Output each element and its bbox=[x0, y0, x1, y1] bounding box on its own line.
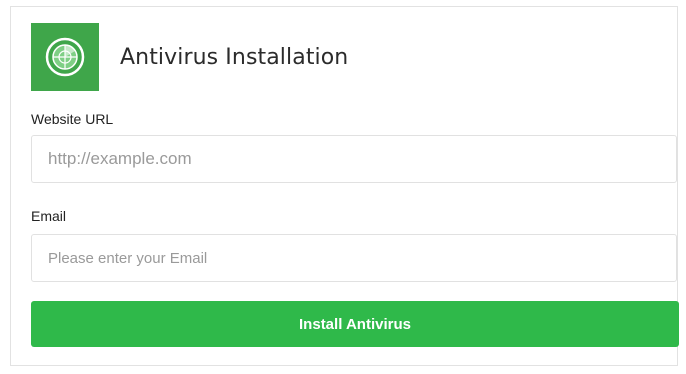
install-antivirus-button[interactable]: Install Antivirus bbox=[31, 301, 679, 347]
radar-shield-icon bbox=[31, 23, 99, 91]
website-url-input[interactable] bbox=[31, 135, 677, 183]
page-title: Antivirus Installation bbox=[120, 44, 349, 70]
email-label: Email bbox=[31, 208, 67, 224]
antivirus-install-card: Antivirus Installation Website URL Email… bbox=[10, 6, 679, 366]
website-url-label: Website URL bbox=[31, 111, 114, 127]
radar-icon-graphic bbox=[45, 37, 85, 77]
email-input[interactable] bbox=[31, 234, 677, 282]
card-header: Antivirus Installation bbox=[31, 23, 348, 91]
